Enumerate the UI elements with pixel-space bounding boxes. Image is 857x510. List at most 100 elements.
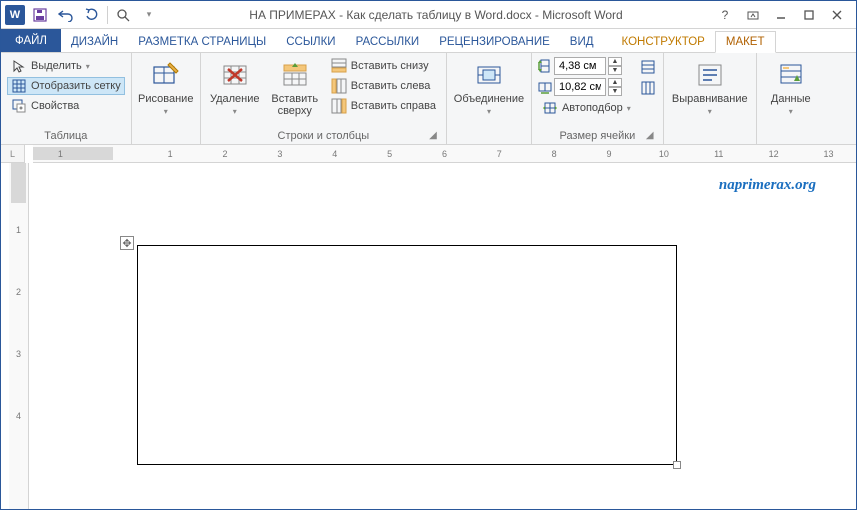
insert-right-icon [331,98,347,114]
distribute-cols-icon [640,80,656,96]
tab-design[interactable]: ДИЗАЙН [61,32,128,52]
window-controls: ? [712,5,856,25]
chevron-down-icon: ▾ [233,107,237,116]
close-button[interactable] [824,5,850,25]
cellsize-launcher[interactable]: ◢ [643,128,657,142]
group-merge: Объединение ▾ Объединение [447,53,532,144]
group-cell-size: ▲▼ ▲▼ Автоподбор ▾ [532,53,664,144]
chevron-down-icon: ▾ [487,107,491,116]
redo-button[interactable] [81,4,103,26]
width-down[interactable]: ▼ [608,87,622,96]
width-icon [538,80,552,94]
minimize-button[interactable] [768,5,794,25]
insert-left-label: Вставить слева [351,80,431,92]
undo-button[interactable] [55,4,77,26]
align-button[interactable]: Выравнивание ▾ [670,57,750,119]
tab-review[interactable]: РЕЦЕНЗИРОВАНИЕ [429,32,560,52]
delete-label: Удаление [210,93,260,105]
select-button[interactable]: Выделить ▾ [7,57,125,75]
properties-button[interactable]: Свойства [7,97,125,115]
tab-constructor[interactable]: КОНСТРУКТОР [612,32,715,52]
ruler-corner: L [1,145,25,163]
height-up[interactable]: ▲ [608,57,622,66]
tab-references[interactable]: ССЫЛКИ [276,32,345,52]
insert-below-label: Вставить снизу [351,60,429,72]
row-height-field: ▲▼ [538,57,635,75]
col-width-field: ▲▼ [538,78,635,96]
tab-mailings[interactable]: РАССЫЛКИ [346,32,430,52]
insert-below-button[interactable]: Вставить снизу [327,57,440,75]
data-icon [775,59,807,91]
ribbon: Выделить ▾ Отобразить сетку Свойства Таб… [1,53,856,145]
ribbon-tabs: ФАЙЛ ДИЗАЙН РАЗМЕТКА СТРАНИЦЫ ССЫЛКИ РАС… [1,29,856,53]
data-label: Данные [771,93,811,105]
help-button[interactable]: ? [712,5,738,25]
tab-file[interactable]: ФАЙЛ [1,29,61,52]
tab-page-layout[interactable]: РАЗМЕТКА СТРАНИЦЫ [128,32,276,52]
quick-access-toolbar: W ▾ [1,4,160,26]
distribute-rows-button[interactable] [639,58,657,76]
show-grid-label: Отобразить сетку [31,80,121,92]
chevron-down-icon: ▾ [164,107,168,116]
horizontal-ruler[interactable]: 1 1 2 3 4 5 6 7 8 9 10 11 12 13 [33,145,856,163]
data-button[interactable]: Данные▾ [763,57,819,119]
show-grid-button[interactable]: Отобразить сетку [7,77,125,95]
ribbon-toggle-button[interactable] [740,5,766,25]
draw-label: Рисование [138,93,193,105]
group-data: Данные▾ Данные [757,53,825,144]
properties-label: Свойства [31,100,79,112]
document-area: L 1 1 2 3 4 5 6 7 8 9 10 11 12 13 1 2 3 … [1,145,856,509]
zoom-button[interactable] [112,4,134,26]
table-move-handle[interactable]: ✥ [120,236,134,250]
draw-button[interactable]: Рисование ▾ [138,57,194,119]
col-width-input[interactable] [554,78,606,96]
row-height-input[interactable] [554,57,606,75]
insert-left-button[interactable]: Вставить слева [327,77,440,95]
merge-icon [473,59,505,91]
insert-above-icon [279,59,311,91]
app-window: W ▾ НА ПРИМЕРАХ - Как сделать таблицу в … [0,0,857,510]
autofit-label: Автоподбор [562,102,623,114]
tab-view[interactable]: ВИД [560,32,604,52]
chevron-down-icon: ▾ [627,104,631,113]
window-title: НА ПРИМЕРАХ - Как сделать таблицу в Word… [160,8,712,22]
tab-maket[interactable]: МАКЕТ [715,31,776,53]
rowscols-launcher[interactable]: ◢ [426,128,440,142]
delete-button[interactable]: Удаление ▾ [207,57,263,119]
qat-customize-button[interactable]: ▾ [138,4,160,26]
table-cell[interactable]: ✥ [137,245,677,465]
cursor-icon [11,58,27,74]
group-rowscols-label: Строки и столбцы [278,130,370,142]
properties-icon [11,98,27,114]
group-table-label: Таблица [7,128,125,142]
draw-table-icon [150,59,182,91]
word-icon: W [5,5,25,25]
distribute-cols-button[interactable] [639,79,657,97]
page[interactable]: naprimerax.org ✥ [81,175,846,509]
grid-icon [11,78,27,94]
vertical-ruler[interactable]: 1 2 3 4 [9,163,29,509]
width-up[interactable]: ▲ [608,78,622,87]
group-table: Выделить ▾ Отобразить сетку Свойства Таб… [1,53,132,144]
table-resize-handle[interactable] [673,461,681,469]
merge-button[interactable]: Объединение ▾ [453,57,525,119]
group-draw: Рисование ▾ Рисование [132,53,201,144]
insert-above-label: Вставить сверху [269,93,321,117]
insert-right-button[interactable]: Вставить справа [327,97,440,115]
group-rows-cols: Удаление ▾ Вставить сверху Вставить снизу… [201,53,447,144]
autofit-icon [542,100,558,116]
distribute-rows-icon [640,59,656,75]
select-label: Выделить [31,60,82,72]
height-down[interactable]: ▼ [608,66,622,75]
merge-label: Объединение [454,93,524,105]
insert-above-button[interactable]: Вставить сверху [267,57,323,119]
align-label: Выравнивание [672,93,748,105]
group-cellsize-label: Размер ячейки [559,130,635,142]
autofit-button[interactable]: Автоподбор ▾ [538,99,635,117]
maximize-button[interactable] [796,5,822,25]
insert-below-icon [331,58,347,74]
chevron-down-icon: ▾ [708,107,712,116]
height-icon [538,59,552,73]
insert-left-icon [331,78,347,94]
save-button[interactable] [29,4,51,26]
